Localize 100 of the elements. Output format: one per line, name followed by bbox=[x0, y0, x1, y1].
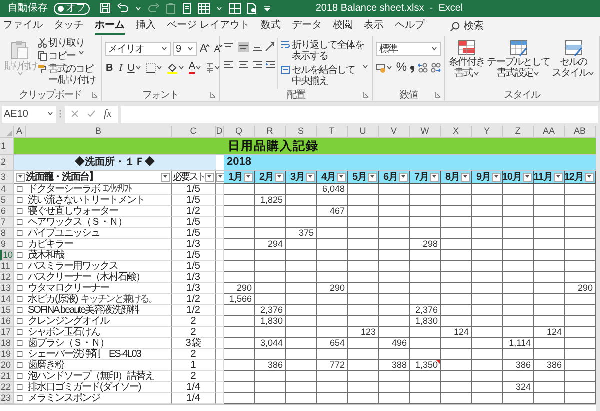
percent-button[interactable]: % bbox=[396, 62, 407, 73]
bold-button[interactable]: B bbox=[105, 62, 114, 74]
row-header[interactable]: 23 bbox=[0, 393, 14, 404]
column-header[interactable]: B bbox=[26, 126, 172, 138]
font-color-button[interactable]: A bbox=[188, 62, 202, 74]
row-header[interactable]: 11 bbox=[0, 261, 14, 272]
row-header[interactable]: 4 bbox=[0, 184, 14, 195]
dialog-launcher-icon[interactable] bbox=[92, 92, 98, 98]
column-header[interactable]: V bbox=[379, 126, 410, 138]
grow-font-button[interactable]: A bbox=[199, 44, 212, 54]
style-button[interactable]: 条件付き 書式 bbox=[448, 38, 486, 89]
search-icon[interactable] bbox=[450, 22, 460, 32]
insert-function-button[interactable]: fx bbox=[104, 106, 112, 122]
shrink-font-button[interactable]: A bbox=[213, 44, 224, 54]
checkbox-mark[interactable]: □ bbox=[14, 283, 26, 294]
autosave-toggle[interactable]: オフ bbox=[54, 2, 90, 14]
column-header[interactable]: R bbox=[255, 126, 286, 138]
row-header[interactable]: 9 bbox=[0, 239, 14, 250]
dialog-launcher-icon[interactable] bbox=[435, 92, 441, 98]
checkbox-mark[interactable]: □ bbox=[14, 195, 26, 206]
decrease-decimal-icon[interactable] bbox=[431, 62, 441, 72]
italic-button[interactable]: I bbox=[118, 62, 124, 74]
checkbox-mark[interactable]: □ bbox=[14, 228, 26, 239]
table-icon[interactable] bbox=[198, 3, 210, 14]
menu-tab[interactable]: タッチ bbox=[54, 18, 84, 35]
align-center-icon[interactable] bbox=[238, 60, 249, 70]
checkbox-mark[interactable]: □ bbox=[14, 338, 26, 349]
drag-handle-icon[interactable] bbox=[59, 109, 62, 119]
phonetic-button[interactable] bbox=[206, 62, 222, 74]
checkbox-mark[interactable]: □ bbox=[14, 272, 26, 283]
row-header[interactable]: 12 bbox=[0, 272, 14, 283]
format-painter-button[interactable]: 書式のコピー/貼り付け bbox=[38, 64, 98, 86]
row-header[interactable]: 14 bbox=[0, 294, 14, 305]
cut-button[interactable]: 切り取り bbox=[38, 38, 98, 49]
row-header[interactable]: 21 bbox=[0, 371, 14, 382]
row-header[interactable]: 2 bbox=[0, 155, 14, 171]
column-header[interactable]: T bbox=[317, 126, 348, 138]
align-middle-icon[interactable] bbox=[238, 42, 249, 52]
column-header[interactable]: AB bbox=[565, 126, 596, 138]
name-box[interactable]: AE10 bbox=[2, 106, 56, 122]
checkbox-mark[interactable]: □ bbox=[14, 250, 26, 261]
row-header[interactable]: 22 bbox=[0, 382, 14, 393]
row-header[interactable]: 3 bbox=[0, 171, 14, 184]
increase-decimal-icon[interactable] bbox=[418, 62, 428, 72]
checkbox-mark[interactable]: □ bbox=[14, 239, 26, 250]
row-header[interactable]: 16 bbox=[0, 316, 14, 327]
number-format-field[interactable]: 標準 bbox=[376, 42, 441, 56]
checkbox-mark[interactable]: □ bbox=[14, 184, 26, 195]
checkbox-mark[interactable]: □ bbox=[14, 382, 26, 393]
row-header[interactable]: 18 bbox=[0, 338, 14, 349]
menu-tab[interactable]: ページ レイアウト bbox=[167, 18, 250, 35]
checkbox-mark[interactable]: □ bbox=[14, 261, 26, 272]
row-header[interactable]: 17 bbox=[0, 327, 14, 338]
currency-button[interactable] bbox=[376, 62, 394, 72]
column-header[interactable]: Q bbox=[224, 126, 255, 138]
column-header[interactable]: W bbox=[410, 126, 441, 138]
row-header[interactable]: 7 bbox=[0, 217, 14, 228]
filter-button[interactable] bbox=[275, 172, 284, 182]
save-icon[interactable] bbox=[100, 3, 111, 14]
underline-button[interactable]: U bbox=[128, 62, 142, 74]
menu-tab[interactable]: 挿入 bbox=[136, 18, 156, 35]
align-right-icon[interactable] bbox=[252, 60, 264, 70]
checkmark-icon[interactable] bbox=[87, 110, 96, 118]
filter-button[interactable] bbox=[16, 172, 24, 182]
formula-input[interactable] bbox=[120, 106, 598, 122]
row-header[interactable]: 19 bbox=[0, 349, 14, 360]
column-header[interactable]: AA bbox=[534, 126, 565, 138]
checkbox-mark[interactable]: □ bbox=[14, 305, 26, 316]
column-header[interactable]: C bbox=[172, 126, 216, 138]
grid-icon[interactable] bbox=[229, 3, 241, 14]
checkbox-mark[interactable]: □ bbox=[14, 316, 26, 327]
menu-tab[interactable]: 数式 bbox=[260, 18, 281, 35]
checkbox-mark[interactable]: □ bbox=[14, 327, 26, 338]
column-header[interactable]: S bbox=[286, 126, 317, 138]
checkbox-mark[interactable]: □ bbox=[14, 217, 26, 228]
indent-icon[interactable] bbox=[265, 60, 276, 70]
document-icon[interactable] bbox=[182, 3, 192, 14]
row-header[interactable]: 1 bbox=[0, 138, 14, 155]
filter-button[interactable] bbox=[399, 172, 408, 182]
align-left-icon[interactable] bbox=[223, 60, 234, 70]
borders-button[interactable] bbox=[146, 63, 163, 73]
font-name-field[interactable]: メイリオ bbox=[105, 42, 171, 56]
column-header[interactable]: Z bbox=[503, 126, 534, 138]
checkbox-mark[interactable]: □ bbox=[14, 206, 26, 217]
row-header[interactable]: 10 bbox=[0, 250, 14, 261]
row-header[interactable]: 8 bbox=[0, 228, 14, 239]
style-button[interactable]: テーブルとして 書式設定 bbox=[486, 38, 551, 89]
file-icon[interactable] bbox=[247, 3, 258, 14]
filter-button[interactable] bbox=[554, 172, 563, 182]
column-header[interactable]: U bbox=[348, 126, 379, 138]
orientation-icon[interactable] bbox=[265, 42, 276, 52]
menu-tab[interactable]: ファイル bbox=[3, 18, 43, 35]
wrap-text-button[interactable]: 折り返して全体を表示する bbox=[281, 40, 370, 62]
filter-button[interactable] bbox=[205, 172, 214, 182]
menu-tab[interactable]: データ bbox=[292, 18, 322, 35]
checkbox-mark[interactable]: □ bbox=[14, 360, 26, 371]
style-button[interactable]: セルの スタイル bbox=[551, 38, 596, 89]
menu-tab[interactable]: 表示 bbox=[364, 18, 384, 35]
fill-color-button[interactable] bbox=[166, 62, 185, 74]
column-header[interactable]: A bbox=[14, 126, 26, 138]
